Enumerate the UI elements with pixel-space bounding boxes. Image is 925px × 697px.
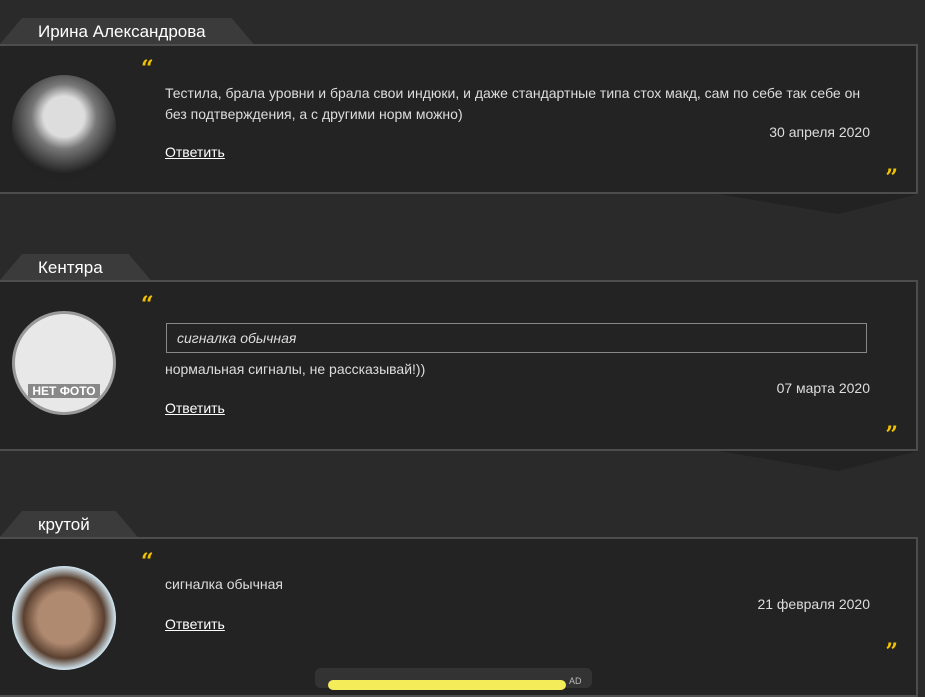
no-photo-label: НЕТ ФОТО	[28, 384, 100, 398]
comment-card: “ НЕТ ФОТО сигналка обычная нормальная с…	[0, 280, 918, 451]
comment-author: крутой	[0, 511, 138, 537]
avatar	[12, 566, 116, 670]
open-quote-icon: “	[141, 549, 154, 575]
close-quote-icon: ”	[885, 639, 898, 665]
card-shadow	[718, 194, 918, 214]
close-quote-icon: ”	[885, 165, 898, 191]
reply-link[interactable]: Ответить	[165, 144, 225, 160]
comment-date: 30 апреля 2020	[769, 124, 870, 140]
comment-card: “ Тестила, брала уровни и брала свои инд…	[0, 44, 918, 194]
close-quote-icon: ”	[885, 422, 898, 448]
comment-date: 21 февраля 2020	[757, 596, 870, 612]
comment-text: Тестила, брала уровни и брала свои индюк…	[165, 85, 861, 122]
ad-button[interactable]	[328, 680, 566, 690]
comment-text: нормальная сигналы, не рассказывай!))	[165, 361, 426, 377]
comment-author: Кентяра	[0, 254, 151, 280]
avatar-no-photo: НЕТ ФОТО	[12, 311, 116, 415]
reply-link[interactable]: Ответить	[165, 616, 225, 632]
comment-author: Ирина Александрова	[0, 18, 254, 44]
quoted-text: сигналка обычная	[166, 323, 867, 353]
open-quote-icon: “	[141, 56, 154, 82]
card-shadow	[718, 451, 918, 471]
ad-label: AD	[569, 676, 582, 686]
comment-date: 07 марта 2020	[776, 380, 870, 396]
avatar	[12, 75, 116, 179]
open-quote-icon: “	[141, 292, 154, 318]
comment-text: сигналка обычная	[165, 576, 283, 592]
reply-link[interactable]: Ответить	[165, 400, 225, 416]
